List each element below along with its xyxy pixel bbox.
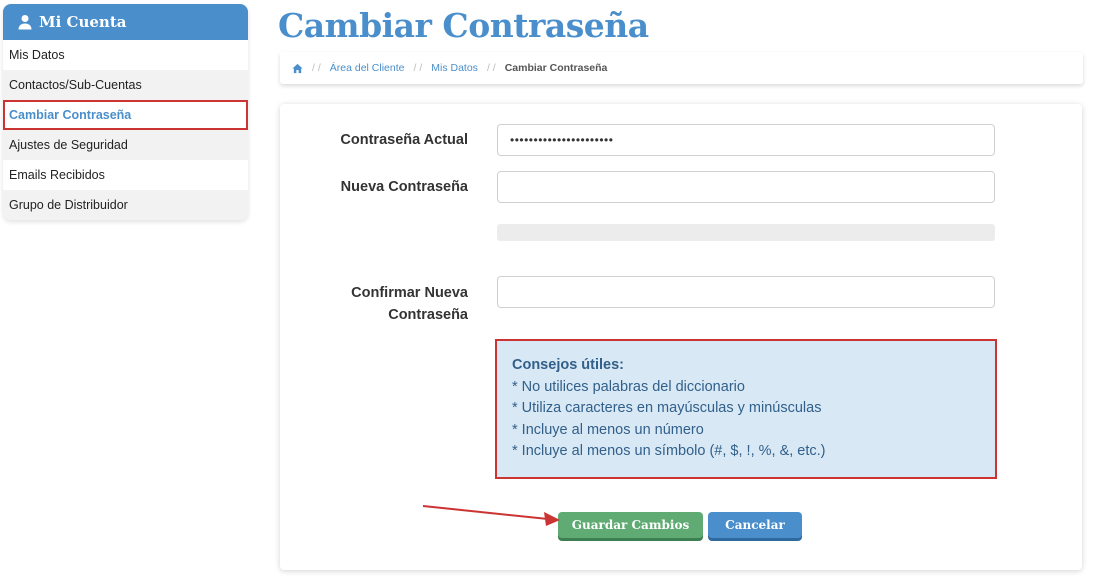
password-strength-bar xyxy=(497,224,995,241)
confirm-password-label-line2: Contraseña xyxy=(388,307,468,323)
sidebar-item-grupo-distribuidor[interactable]: Grupo de Distribuidor xyxy=(3,190,248,220)
confirm-password-label-line1: Confirmar Nueva xyxy=(351,285,468,301)
cancel-button[interactable]: Cancelar xyxy=(708,512,802,538)
confirm-password-label: Confirmar Nueva Contraseña xyxy=(351,282,468,326)
confirm-password-field[interactable] xyxy=(497,276,995,308)
annotation-arrow-icon xyxy=(422,505,560,526)
breadcrumb-separator: / / xyxy=(312,62,321,74)
tip-item: * Utiliza caracteres en mayúsculas y min… xyxy=(512,400,822,416)
sidebar-item-ajustes-seguridad[interactable]: Ajustes de Seguridad xyxy=(3,130,248,160)
tip-item: * No utilices palabras del diccionario xyxy=(512,378,745,395)
new-password-label: Nueva Contraseña xyxy=(340,179,468,195)
breadcrumb-separator: / / xyxy=(413,62,423,74)
page-title: Cambiar Contraseña xyxy=(278,6,649,45)
save-button[interactable]: Guardar Cambios xyxy=(558,512,703,538)
tips-box: Consejos útiles: * No utilices palabras … xyxy=(495,339,997,479)
breadcrumb-link-mis-datos[interactable]: Mis Datos xyxy=(431,62,478,74)
breadcrumb-current: Cambiar Contraseña xyxy=(504,62,608,74)
breadcrumb-link-area-cliente[interactable]: Área del Cliente xyxy=(330,62,405,74)
sidebar: Mi Cuenta Mis Datos Contactos/Sub-Cuenta… xyxy=(3,4,248,220)
new-password-field[interactable] xyxy=(497,171,995,203)
current-password-field[interactable]: •••••••••••••••••••••• xyxy=(497,124,995,156)
home-icon[interactable] xyxy=(292,63,303,74)
sidebar-item-mis-datos[interactable]: Mis Datos xyxy=(3,40,248,70)
tips-title: Consejos útiles: xyxy=(512,357,624,373)
breadcrumb-separator: / / xyxy=(486,62,496,74)
breadcrumb: / / Área del Cliente / / Mis Datos / / C… xyxy=(280,52,1083,84)
sidebar-header: Mi Cuenta xyxy=(3,4,248,40)
sidebar-item-cambiar-contrasena[interactable]: Cambiar Contraseña xyxy=(3,100,248,130)
tip-item: * Incluye al menos un número xyxy=(512,421,704,438)
user-icon xyxy=(17,14,33,30)
tip-item: * Incluye al menos un símbolo (#, $, !, … xyxy=(512,443,826,459)
sidebar-title: Mi Cuenta xyxy=(39,13,127,31)
sidebar-item-emails-recibidos[interactable]: Emails Recibidos xyxy=(3,160,248,190)
sidebar-item-contactos[interactable]: Contactos/Sub-Cuentas xyxy=(3,70,248,100)
password-form-card: Contraseña Actual ••••••••••••••••••••••… xyxy=(280,104,1082,570)
current-password-label: Contraseña Actual xyxy=(340,132,468,148)
